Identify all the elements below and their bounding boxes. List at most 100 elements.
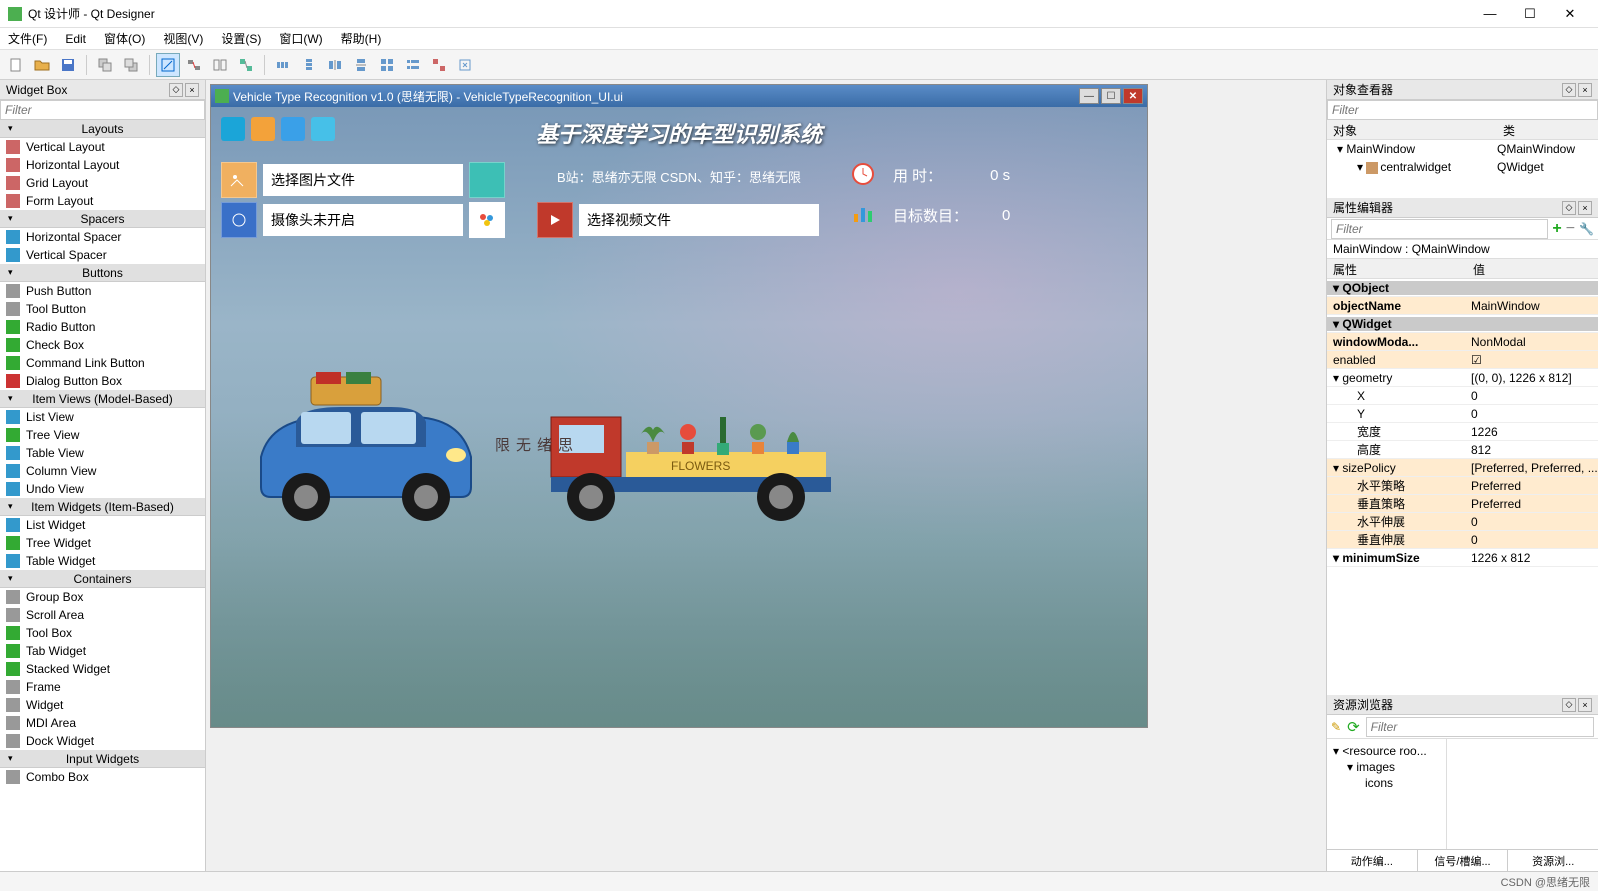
tab-action-editor[interactable]: 动作编... bbox=[1327, 850, 1418, 871]
menu-file[interactable]: 文件(F) bbox=[4, 28, 51, 49]
widget-item[interactable]: Check Box bbox=[0, 336, 205, 354]
app-info-icon[interactable] bbox=[221, 117, 245, 141]
layout-v-icon[interactable] bbox=[297, 53, 321, 77]
property-row[interactable]: ▾ sizePolicy[Preferred, Preferred, ... bbox=[1327, 459, 1598, 477]
new-icon[interactable] bbox=[4, 53, 28, 77]
property-row[interactable]: Y0 bbox=[1327, 405, 1598, 423]
widget-category[interactable]: Spacers bbox=[0, 210, 205, 228]
property-row[interactable]: ▾ minimumSize1226 x 812 bbox=[1327, 549, 1598, 567]
folder-icon[interactable] bbox=[469, 162, 505, 198]
property-row[interactable]: 宽度1226 bbox=[1327, 423, 1598, 441]
widget-item[interactable]: Group Box bbox=[0, 588, 205, 606]
save-icon[interactable] bbox=[56, 53, 80, 77]
widget-category[interactable]: Buttons bbox=[0, 264, 205, 282]
widget-item[interactable]: Vertical Spacer bbox=[0, 246, 205, 264]
maximize-button[interactable]: ☐ bbox=[1510, 1, 1550, 27]
property-row[interactable]: ▾ geometry[(0, 0), 1226 x 812] bbox=[1327, 369, 1598, 387]
app-user-icon[interactable] bbox=[281, 117, 305, 141]
widget-item[interactable]: List View bbox=[0, 408, 205, 426]
inspector-filter[interactable] bbox=[1327, 100, 1598, 120]
property-row[interactable]: 水平策略Preferred bbox=[1327, 477, 1598, 495]
property-row[interactable]: 垂直策略Preferred bbox=[1327, 495, 1598, 513]
form-minimize-icon[interactable]: — bbox=[1079, 88, 1099, 104]
widget-item[interactable]: Scroll Area bbox=[0, 606, 205, 624]
widget-box-list[interactable]: LayoutsVertical LayoutHorizontal LayoutG… bbox=[0, 120, 205, 871]
resource-tree[interactable]: ▾ <resource roo... ▾ images icons bbox=[1327, 739, 1447, 849]
inspector-tree[interactable]: ▾ MainWindowQMainWindow▾ centralwidgetQW… bbox=[1327, 140, 1598, 198]
balloons-icon[interactable] bbox=[469, 202, 505, 238]
form-maximize-icon[interactable]: ☐ bbox=[1101, 88, 1121, 104]
edit-buddies-icon[interactable] bbox=[208, 53, 232, 77]
tab-signal-editor[interactable]: 信号/槽编... bbox=[1418, 850, 1509, 871]
dock-close-icon[interactable]: × bbox=[185, 83, 199, 97]
resources-filter[interactable] bbox=[1366, 717, 1594, 737]
app-settings-icon[interactable] bbox=[251, 117, 275, 141]
menu-view[interactable]: 视图(V) bbox=[159, 28, 207, 49]
form-close-icon[interactable]: ✕ bbox=[1123, 88, 1143, 104]
widget-item[interactable]: Horizontal Layout bbox=[0, 156, 205, 174]
widget-item[interactable]: Combo Box bbox=[0, 768, 205, 786]
property-row[interactable]: 高度812 bbox=[1327, 441, 1598, 459]
widget-category[interactable]: Layouts bbox=[0, 120, 205, 138]
dock-float-icon[interactable]: ◇ bbox=[1562, 201, 1576, 215]
widget-item[interactable]: Vertical Layout bbox=[0, 138, 205, 156]
widget-item[interactable]: Dock Widget bbox=[0, 732, 205, 750]
widget-item[interactable]: Dialog Button Box bbox=[0, 372, 205, 390]
tab-resource-browser[interactable]: 资源浏... bbox=[1508, 850, 1598, 871]
layout-h-icon[interactable] bbox=[271, 53, 295, 77]
app-chat-icon[interactable] bbox=[311, 117, 335, 141]
add-prop-icon[interactable]: + bbox=[1552, 220, 1561, 238]
widget-item[interactable]: Push Button bbox=[0, 282, 205, 300]
property-row[interactable]: 垂直伸展0 bbox=[1327, 531, 1598, 549]
dock-float-icon[interactable]: ◇ bbox=[169, 83, 183, 97]
widget-item[interactable]: Tool Button bbox=[0, 300, 205, 318]
widget-item[interactable]: Grid Layout bbox=[0, 174, 205, 192]
dock-float-icon[interactable]: ◇ bbox=[1562, 83, 1576, 97]
reload-resource-icon[interactable]: ⟳ bbox=[1347, 718, 1360, 736]
widget-item[interactable]: Frame bbox=[0, 678, 205, 696]
widget-item[interactable]: Table View bbox=[0, 444, 205, 462]
menu-window[interactable]: 窗口(W) bbox=[275, 28, 326, 49]
widget-item[interactable]: Table Widget bbox=[0, 552, 205, 570]
close-button[interactable]: ✕ bbox=[1550, 1, 1590, 27]
props-filter[interactable] bbox=[1331, 219, 1548, 239]
property-row[interactable]: 水平伸展0 bbox=[1327, 513, 1598, 531]
widget-item[interactable]: Tool Box bbox=[0, 624, 205, 642]
camera-icon[interactable] bbox=[221, 202, 257, 238]
video-icon[interactable] bbox=[537, 202, 573, 238]
widget-category[interactable]: Input Widgets bbox=[0, 750, 205, 768]
widget-category[interactable]: Item Views (Model-Based) bbox=[0, 390, 205, 408]
property-row[interactable]: windowModa...NonModal bbox=[1327, 333, 1598, 351]
widget-item[interactable]: Column View bbox=[0, 462, 205, 480]
dock-close-icon[interactable]: × bbox=[1578, 83, 1592, 97]
inspector-row[interactable]: ▾ centralwidgetQWidget bbox=[1327, 158, 1598, 176]
menu-help[interactable]: 帮助(H) bbox=[337, 28, 386, 49]
widget-item[interactable]: MDI Area bbox=[0, 714, 205, 732]
select-image-input[interactable] bbox=[263, 164, 463, 196]
dock-float-icon[interactable]: ◇ bbox=[1562, 698, 1576, 712]
widget-item[interactable]: Tree Widget bbox=[0, 534, 205, 552]
edit-signals-icon[interactable] bbox=[182, 53, 206, 77]
remove-prop-icon[interactable]: − bbox=[1566, 220, 1575, 238]
widget-item[interactable]: Stacked Widget bbox=[0, 660, 205, 678]
edit-widgets-icon[interactable] bbox=[156, 53, 180, 77]
edit-taborder-icon[interactable] bbox=[234, 53, 258, 77]
widget-item[interactable]: Tree View bbox=[0, 426, 205, 444]
menu-edit[interactable]: Edit bbox=[61, 30, 90, 48]
layout-grid-icon[interactable] bbox=[375, 53, 399, 77]
edit-resource-icon[interactable]: ✎ bbox=[1331, 720, 1341, 734]
menu-form[interactable]: 窗体(O) bbox=[100, 28, 149, 49]
widget-item[interactable]: Undo View bbox=[0, 480, 205, 498]
open-icon[interactable] bbox=[30, 53, 54, 77]
widget-item[interactable]: Form Layout bbox=[0, 192, 205, 210]
dock-close-icon[interactable]: × bbox=[1578, 201, 1592, 215]
property-table[interactable]: ▾ QObjectobjectNameMainWindow▾ QWidgetwi… bbox=[1327, 279, 1598, 695]
widget-item[interactable]: Tab Widget bbox=[0, 642, 205, 660]
widget-category[interactable]: Item Widgets (Item-Based) bbox=[0, 498, 205, 516]
property-row[interactable]: objectNameMainWindow bbox=[1327, 297, 1598, 315]
select-video-input[interactable] bbox=[579, 204, 819, 236]
widget-box-filter[interactable] bbox=[0, 100, 205, 120]
widget-item[interactable]: Radio Button bbox=[0, 318, 205, 336]
menu-settings[interactable]: 设置(S) bbox=[217, 28, 265, 49]
property-row[interactable]: enabled☑ bbox=[1327, 351, 1598, 369]
